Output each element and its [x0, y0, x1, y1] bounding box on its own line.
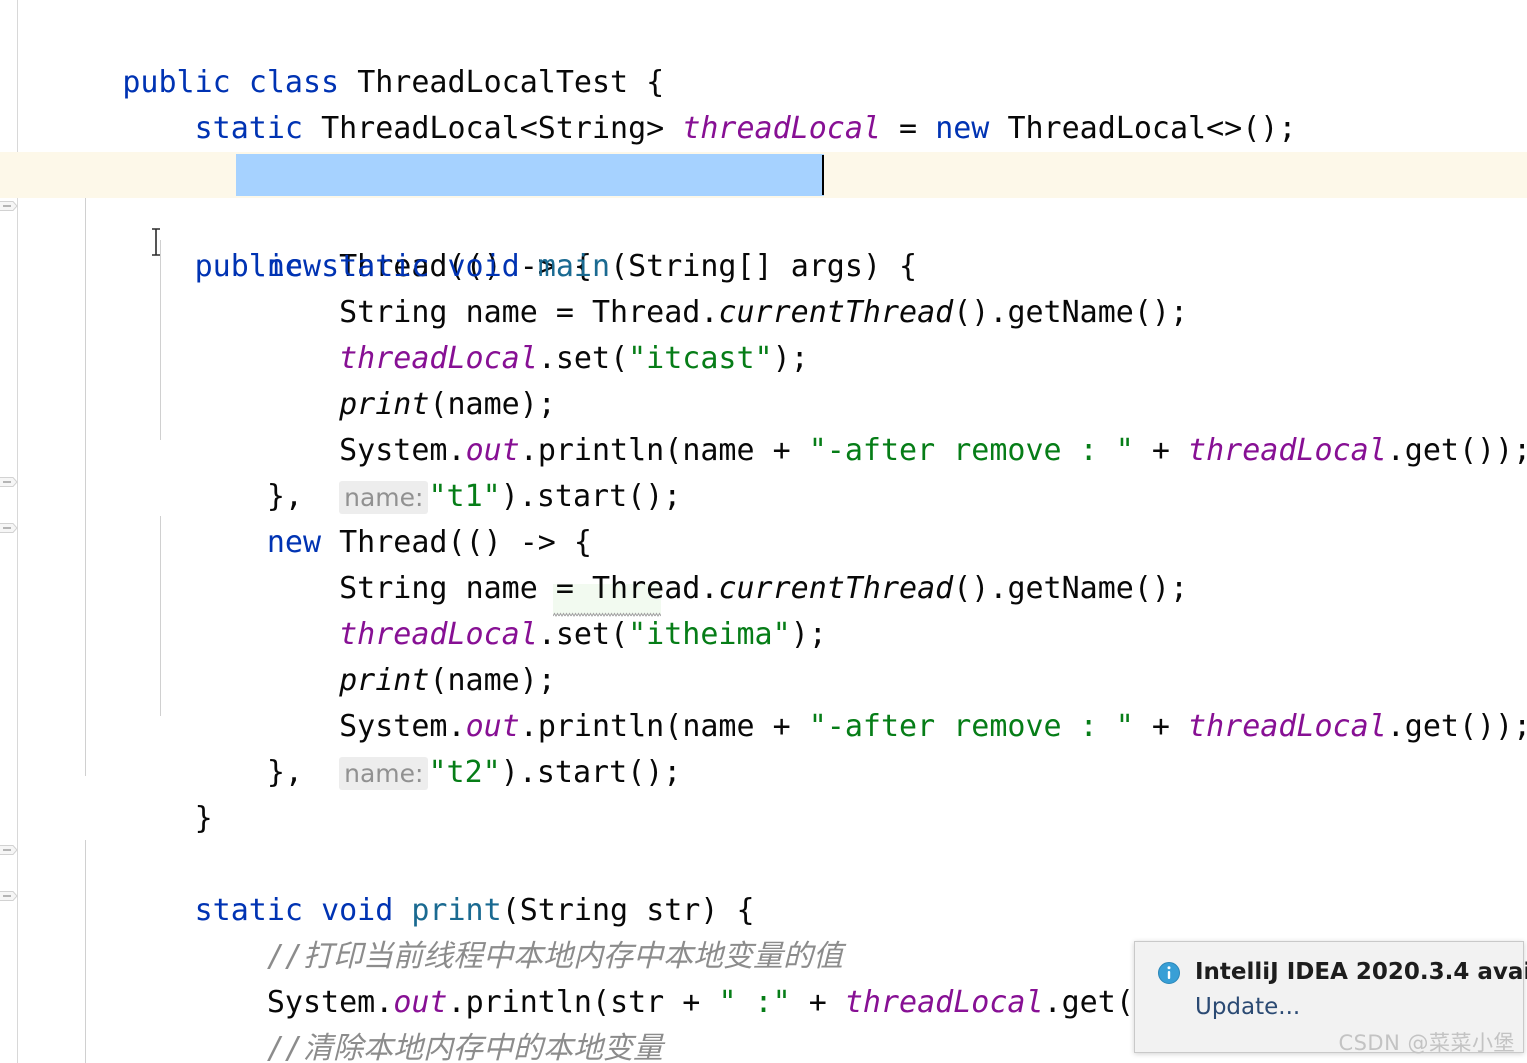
keyword-public-2: public: [194, 249, 303, 284]
field-threadlocal-4: threadLocal: [1188, 709, 1387, 744]
code-line-2[interactable]: static ThreadLocal<String> threadLocal =…: [0, 60, 1297, 146]
notification-header: IntelliJ IDEA 2020.3.4 available: [1135, 942, 1527, 985]
code-line-15[interactable]: System.out.println(name + "-after remove…: [0, 658, 1527, 744]
field-threadlocal-5: threadLocal: [844, 985, 1044, 1020]
field-threadlocal-2: threadLocal: [1188, 433, 1387, 468]
param-hint-name-2: name:: [339, 757, 429, 790]
code-line-20[interactable]: //打印当前线程中本地内存中本地变量的值: [0, 888, 843, 974]
method-start-2: start: [536, 755, 628, 790]
string-after-remove-2: "-after remove : ": [808, 709, 1134, 744]
generic-diamond: <>: [1206, 111, 1243, 146]
code-line-7[interactable]: threadLocal.set("itcast");: [0, 290, 809, 617]
field-threadlocal-decl: threadLocal: [682, 111, 881, 146]
method-set-1: set: [555, 341, 611, 376]
keyword-void: void: [447, 249, 520, 284]
code-line-12[interactable]: String name = Thread.currentThread().get…: [0, 520, 1188, 606]
string-t2: "t2": [428, 755, 501, 790]
keyword-static-2: static: [321, 249, 430, 284]
type-threadlocal-2: ThreadLocal: [1007, 111, 1207, 146]
text-caret: [822, 155, 824, 195]
string-itheima: "itheima": [628, 617, 791, 652]
csdn-watermark: CSDN @菜菜小堡: [1338, 1031, 1515, 1055]
code-editor[interactable]: public class ThreadLocalTest { static Th…: [0, 0, 1527, 1063]
keyword-static: static: [194, 111, 303, 146]
code-line-23[interactable]: threadLocal.remove();: [0, 1026, 646, 1063]
code-line-1[interactable]: public class ThreadLocalTest {: [0, 14, 664, 100]
code-line-21[interactable]: System.out.println(str + " :" + threadLo…: [0, 934, 1188, 1020]
code-line-8[interactable]: print(name);: [0, 336, 556, 422]
code-line-9[interactable]: System.out.println(name + "-after remove…: [0, 382, 1527, 468]
method-get-2: get: [1404, 709, 1459, 744]
code-content[interactable]: public class ThreadLocalTest { static Th…: [0, 0, 1527, 1063]
code-line-10[interactable]: }, name: "t1").start();: [0, 428, 681, 514]
code-line-19[interactable]: static void print(String str) {: [0, 842, 755, 928]
text-selection: [236, 154, 824, 196]
string-itcast: "itcast": [628, 341, 773, 376]
string-colon: " :": [718, 985, 791, 1020]
method-set-2: set: [555, 617, 611, 652]
code-line-5[interactable]: new Thread(() -> {: [0, 198, 592, 284]
code-line-13[interactable]: threadLocal.set("itheima");: [0, 566, 827, 652]
arg-name-2: name: [682, 433, 755, 468]
code-line-16[interactable]: }, name: "t2").start();: [0, 704, 681, 790]
param-args: args: [790, 249, 863, 284]
arg-name-4: name: [682, 709, 755, 744]
keyword-new-1: new: [935, 111, 990, 146]
string-after-remove-1: "-after remove : ": [808, 433, 1134, 468]
notification-update-link[interactable]: Update...: [1195, 994, 1523, 1020]
generic-string: <String>: [519, 111, 665, 146]
method-get-1: get: [1404, 433, 1459, 468]
code-line-14[interactable]: print(name);: [0, 612, 556, 698]
method-main: main: [537, 249, 611, 284]
code-line-22[interactable]: //清除本地内存中的本地变量: [0, 980, 663, 1063]
i-beam-cursor: [149, 228, 163, 256]
code-line-17[interactable]: }: [0, 750, 213, 836]
code-line-11[interactable]: new Thread(() -> {: [0, 474, 592, 560]
notification-title: IntelliJ IDEA 2020.3.4 available: [1195, 959, 1527, 985]
code-line-4[interactable]: public static void main(String[] args) {: [0, 152, 1527, 284]
type-string-args: String: [628, 249, 737, 284]
info-icon: [1157, 961, 1181, 985]
method-get-3: get: [1061, 985, 1116, 1020]
type-threadlocal: ThreadLocal: [321, 111, 520, 146]
method-getname-2: getName: [1007, 571, 1134, 606]
method-getname-1: getName: [1007, 295, 1134, 330]
